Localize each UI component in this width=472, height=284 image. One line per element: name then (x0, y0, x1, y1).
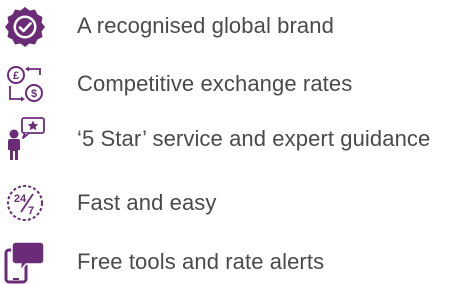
feature-item-free-tools: Free tools and rate alerts (0, 240, 472, 284)
svg-text:$: $ (31, 88, 37, 100)
feature-item-star-service: ‘5 Star’ service and expert guidance (0, 117, 472, 161)
feature-label: Fast and easy (77, 190, 217, 215)
feature-label: Free tools and rate alerts (77, 249, 325, 274)
currency-exchange-icon: £ $ (2, 62, 48, 106)
svg-text:£: £ (13, 70, 19, 82)
svg-text:7: 7 (28, 205, 34, 217)
mobile-chat-icon (2, 240, 48, 284)
feature-label: A recognised global brand (77, 13, 334, 38)
feature-item-fast-easy: 24 7 Fast and easy (0, 181, 472, 225)
feature-item-exchange-rates: £ $ Competitive exchange rates (0, 62, 472, 106)
feature-label: Competitive exchange rates (77, 71, 353, 96)
feature-list: A recognised global brand £ $ Competitiv… (0, 0, 472, 284)
star-service-icon (2, 117, 48, 161)
svg-text:24: 24 (14, 193, 27, 205)
24-7-icon: 24 7 (2, 181, 48, 225)
feature-label: ‘5 Star’ service and expert guidance (77, 126, 431, 151)
feature-item-global-brand: A recognised global brand (0, 4, 472, 48)
verified-badge-icon (2, 4, 48, 48)
